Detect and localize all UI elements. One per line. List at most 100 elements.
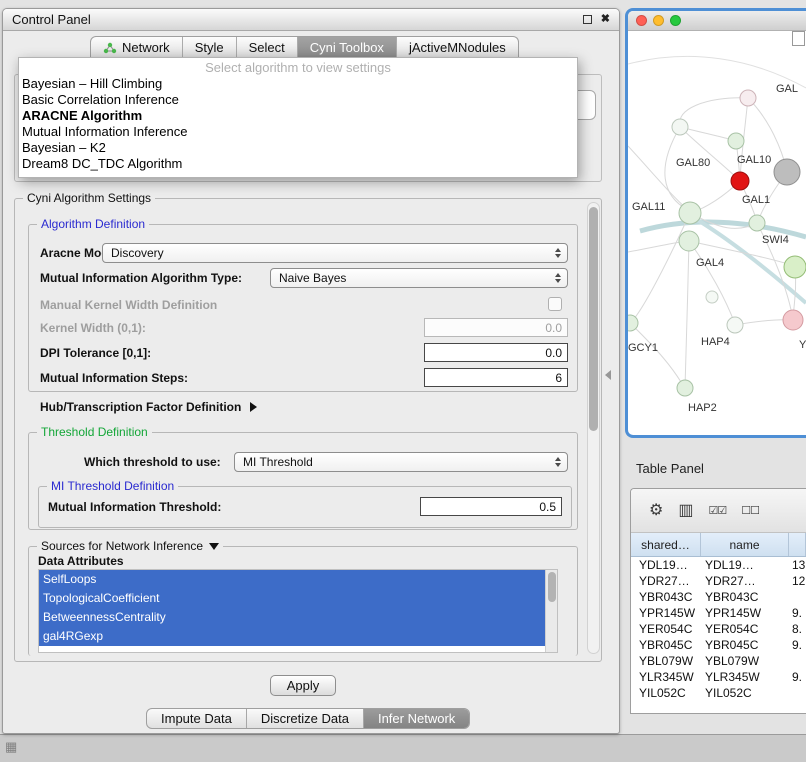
network-node[interactable] — [706, 291, 718, 303]
mi-steps-field[interactable]: 6 — [424, 368, 568, 387]
column-header-shared-name[interactable]: shared… — [631, 533, 701, 556]
network-node[interactable] — [774, 159, 800, 185]
panel-collapse-handle[interactable] — [605, 370, 611, 380]
close-icon[interactable]: ✖ — [601, 14, 610, 25]
algorithm-option[interactable]: Bayesian – K2 — [19, 140, 577, 156]
node-table-body: YDL19…YDL19…13YDR27…YDR27…12YBR043CYBR04… — [631, 557, 806, 701]
attribute-item[interactable]: TopologicalCoefficient — [39, 589, 545, 608]
data-attributes-label: Data Attributes — [38, 551, 124, 571]
network-edge[interactable] — [630, 323, 684, 387]
tab-label: Style — [195, 40, 224, 55]
network-node[interactable] — [677, 380, 693, 396]
which-threshold-select[interactable]: MI Threshold — [234, 452, 568, 472]
tab-network[interactable]: Network — [91, 37, 183, 58]
float-window-icon[interactable] — [583, 15, 592, 24]
network-edge[interactable] — [680, 98, 748, 126]
table-row[interactable]: YER054CYER054C8. — [631, 621, 806, 637]
table-cell: YPR145W — [701, 605, 789, 621]
column-header-cut[interactable] — [789, 533, 806, 556]
minimize-traffic-light-icon[interactable] — [653, 15, 664, 26]
algorithm-option[interactable]: Bayesian – Hill Climbing — [19, 76, 577, 92]
table-header-row: shared… name — [631, 533, 806, 557]
mi-algorithm-type-select[interactable]: Naive Bayes — [270, 268, 568, 288]
attribute-item[interactable]: BetweennessCentrality — [39, 608, 545, 627]
table-row[interactable]: YDL19…YDL19…13 — [631, 557, 806, 573]
attribute-item[interactable]: gal4RGexp — [39, 627, 545, 646]
table-cell: 8. — [789, 621, 806, 637]
clear-selection-icon[interactable]: ☐☐ — [741, 503, 759, 519]
network-node[interactable] — [679, 202, 701, 224]
dpi-tolerance-label: DPI Tolerance [0,1]: — [40, 343, 151, 363]
mi-threshold-field[interactable]: 0.5 — [420, 497, 562, 516]
data-attributes-list[interactable]: SelfLoopsTopologicalCoefficientBetweenne… — [38, 569, 558, 653]
tab-jactivemnodules[interactable]: jActiveMNodules — [397, 37, 518, 58]
hub-section-toggle[interactable]: Hub/Transcription Factor Definition — [40, 397, 257, 417]
tab-label: Infer Network — [378, 711, 455, 726]
gear-icon[interactable]: ⚙ — [649, 503, 663, 519]
manual-kernel-checkbox[interactable] — [548, 297, 562, 311]
network-node[interactable] — [784, 256, 806, 278]
tab-impute-data[interactable]: Impute Data — [147, 709, 247, 728]
table-cell: YDL19… — [701, 557, 789, 573]
network-node[interactable] — [679, 231, 699, 251]
algorithm-option[interactable]: Dream8 DC_TDC Algorithm — [19, 156, 577, 172]
node-label: SWI4 — [762, 234, 789, 246]
column-header-name[interactable]: name — [701, 533, 789, 556]
table-cell: 13 — [789, 557, 806, 573]
apply-button[interactable]: Apply — [270, 675, 336, 696]
table-panel-window: ⚙ ▥ ☑☑ ☐☐ shared… name YDL19…YDL19…13YDR… — [630, 488, 806, 714]
network-node[interactable] — [628, 315, 638, 331]
network-node[interactable] — [727, 317, 743, 333]
network-node[interactable] — [749, 215, 765, 231]
panel-grid-icon[interactable]: ▦ — [5, 739, 17, 755]
list-scrollbar[interactable] — [545, 570, 557, 652]
tab-discretize-data[interactable]: Discretize Data — [247, 709, 364, 728]
tab-label: Cyni Toolbox — [310, 40, 384, 55]
algorithm-definition-title: Algorithm Definition — [37, 217, 149, 231]
scrollbar-thumb[interactable] — [589, 207, 598, 431]
tab-style[interactable]: Style — [183, 37, 237, 58]
tab-infer-network[interactable]: Infer Network — [364, 709, 469, 728]
tab-cyni-toolbox[interactable]: Cyni Toolbox — [298, 37, 397, 58]
network-edge[interactable] — [689, 241, 735, 324]
node-label: GAL10 — [737, 154, 771, 166]
node-label: HAP4 — [701, 336, 730, 348]
algorithm-option[interactable]: Basic Correlation Inference — [19, 92, 577, 108]
aracne-mode-select[interactable]: Discovery — [102, 243, 568, 263]
columns-icon[interactable]: ▥ — [678, 503, 693, 519]
zoom-traffic-light-icon[interactable] — [670, 15, 681, 26]
close-traffic-light-icon[interactable] — [636, 15, 647, 26]
algorithm-option[interactable]: Mutual Information Inference — [19, 124, 577, 140]
table-cell: 9. — [789, 637, 806, 653]
scrollbar-thumb[interactable] — [548, 572, 556, 602]
tab-select[interactable]: Select — [237, 37, 298, 58]
table-row[interactable]: YBR043CYBR043C — [631, 589, 806, 605]
dpi-tolerance-field[interactable]: 0.0 — [424, 343, 568, 362]
network-edge[interactable] — [685, 241, 689, 388]
kernel-width-field[interactable]: 0.0 — [424, 318, 568, 337]
table-row[interactable]: YBL079WYBL079W — [631, 653, 806, 669]
control-panel-titlebar[interactable]: Control Panel ✖ — [3, 9, 619, 31]
table-row[interactable]: YDR27…YDR27…12 — [631, 573, 806, 589]
algorithm-option[interactable]: ARACNE Algorithm — [19, 108, 577, 124]
network-node[interactable] — [672, 119, 688, 135]
network-node[interactable] — [740, 90, 756, 106]
node-label: GAL4 — [696, 257, 724, 269]
table-row[interactable]: YLR345WYLR345W9. — [631, 669, 806, 685]
network-edge[interactable] — [628, 241, 686, 252]
attribute-item[interactable]: SelfLoops — [39, 570, 545, 589]
table-panel-title: Table Panel — [636, 461, 704, 476]
network-node[interactable] — [728, 133, 744, 149]
tab-label: Network — [122, 40, 170, 55]
select-all-icon[interactable]: ☑☑ — [708, 503, 726, 519]
table-row[interactable]: YBR045CYBR045C9. — [631, 637, 806, 653]
settings-scrollbar[interactable] — [587, 202, 600, 654]
network-node[interactable] — [731, 172, 749, 190]
combo-arrows-icon — [555, 248, 567, 258]
table-row[interactable]: YIL052CYIL052C — [631, 685, 806, 701]
network-window-titlebar[interactable] — [628, 11, 806, 31]
network-canvas[interactable]: GALGAL80GAL10GAL11GAL1SWI4GAL4GCY1HAP4HA… — [628, 31, 806, 435]
scrollbar-corner[interactable] — [792, 31, 805, 46]
table-row[interactable]: YPR145WYPR145W9. — [631, 605, 806, 621]
network-node[interactable] — [783, 310, 803, 330]
